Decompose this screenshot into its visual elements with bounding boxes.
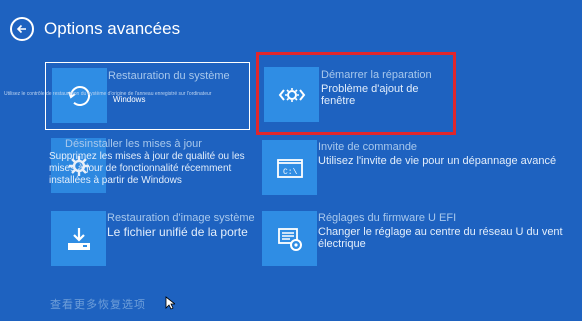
tile-description: Utilisez l'invite de vie pour un dépanna… <box>318 155 557 167</box>
tile-title: Réglages du firmware U EFI <box>318 212 457 224</box>
tile-ghost-text: Utilisez le contrôle de restauration du … <box>4 91 212 97</box>
image-restore-icon <box>51 211 106 266</box>
system-restore-tile[interactable]: Restauration du système Utilisez le cont… <box>4 62 250 130</box>
tile-description: Changer le réglage au centre du réseau U… <box>318 226 563 250</box>
more-recovery-options-link[interactable]: 查看更多恢复选项 <box>50 296 146 312</box>
mouse-cursor-icon <box>165 296 175 310</box>
tile-title: Invite de commande <box>318 141 418 153</box>
tile-description: Le fichier unifié de la porte <box>107 225 248 239</box>
tile-title: Désinstaller les mises à jour <box>65 138 202 150</box>
startup-repair-tile[interactable]: Démarrer la réparation Problème d'ajout … <box>256 52 456 135</box>
tile-description: Problème d'ajout de fenêtre <box>321 83 419 107</box>
tile-title: Démarrer la réparation <box>321 69 432 81</box>
tile-title: Restauration du système <box>108 70 230 82</box>
tile-description: Supprimez les mises à jour de qualité ou… <box>49 151 245 186</box>
firmware-settings-tile[interactable]: Réglages du firmware U EFI Changer le ré… <box>256 205 582 271</box>
startup-repair-icon <box>264 67 319 122</box>
windows-overlay-text: Windows <box>113 95 146 104</box>
command-prompt-icon: C:\ <box>262 140 317 195</box>
back-button[interactable] <box>10 17 34 41</box>
page-title: Options avancées <box>44 19 181 38</box>
svg-text:C:\: C:\ <box>283 168 298 177</box>
arrow-left-icon <box>16 24 26 34</box>
image-restore-tile[interactable]: Restauration d'image système Le fichier … <box>45 205 255 271</box>
firmware-settings-icon <box>262 211 317 266</box>
header: Options avancées <box>10 14 180 44</box>
tile-title: Restauration d'image système <box>107 212 255 224</box>
command-prompt-tile[interactable]: C:\ Invite de commande Utilisez l'invite… <box>256 134 582 200</box>
uninstall-updates-tile[interactable]: Désinstaller les mises à jour Supprimez … <box>45 134 270 200</box>
